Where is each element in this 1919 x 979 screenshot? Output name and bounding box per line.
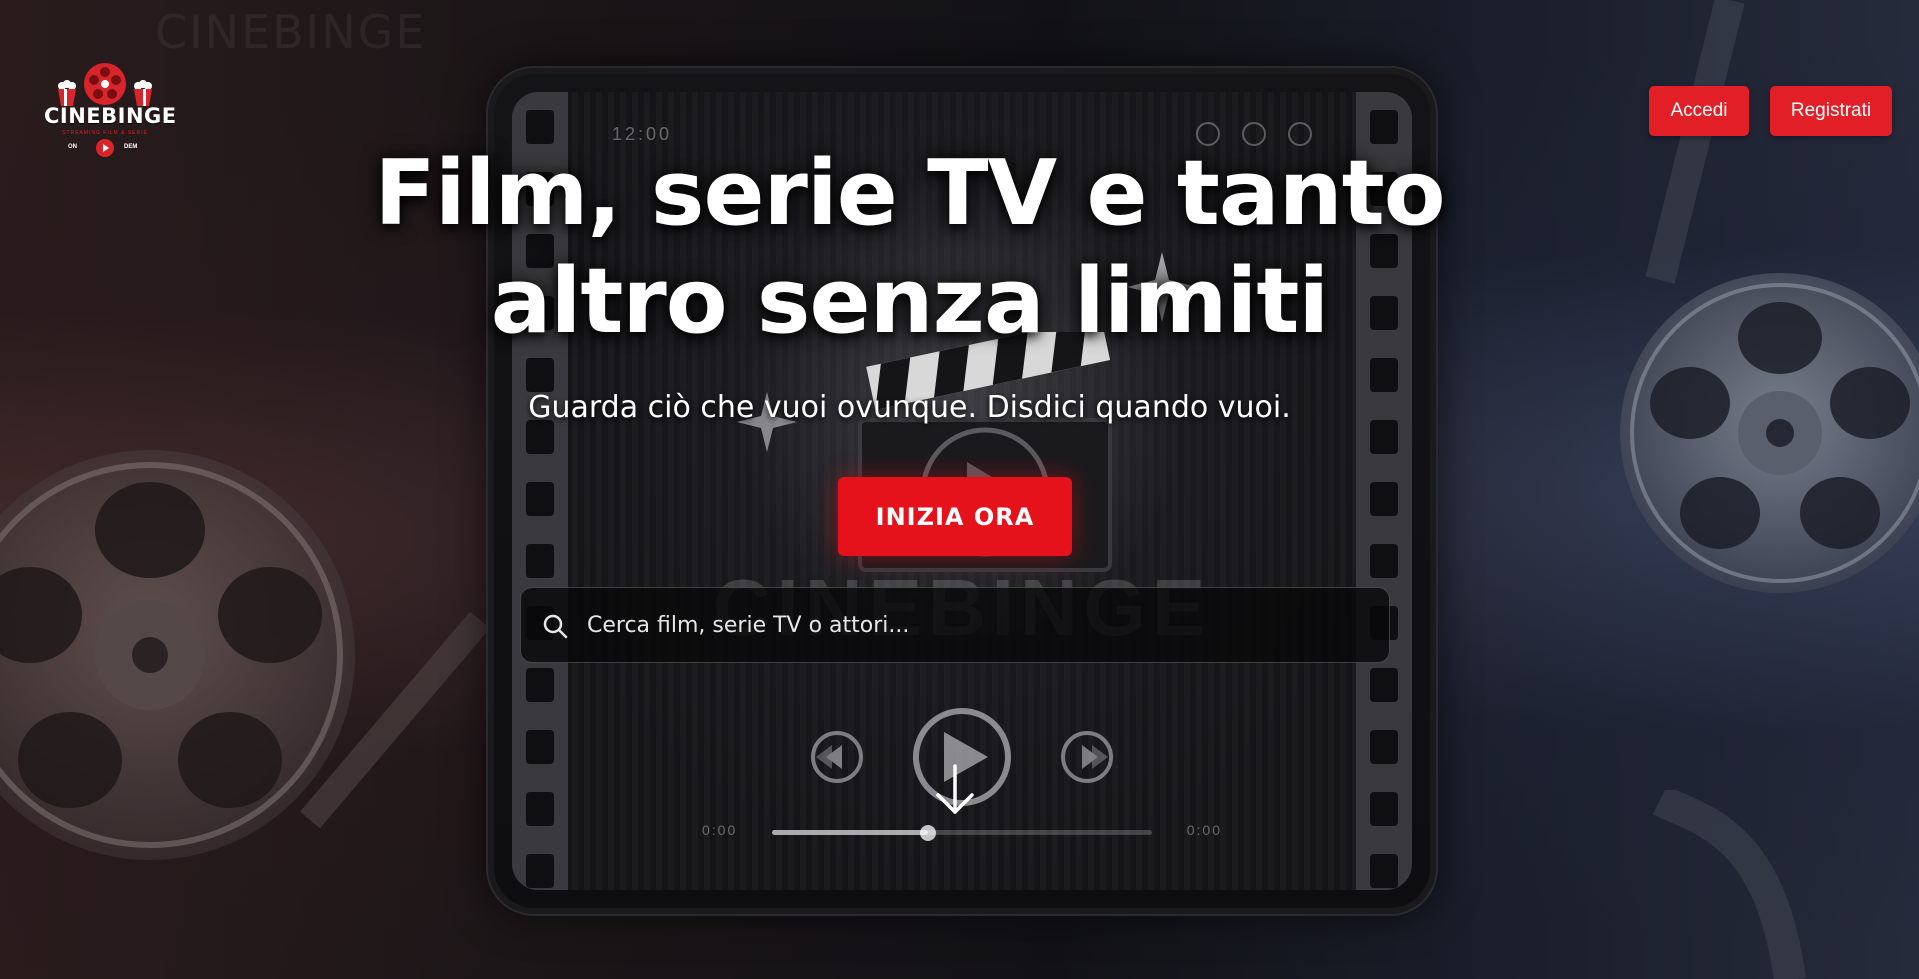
login-button[interactable]: Accedi	[1649, 86, 1749, 136]
hero-title-line-1: Film, serie TV e tanto	[374, 141, 1445, 246]
film-reel-icon	[84, 63, 126, 105]
progress-track	[772, 825, 1152, 841]
arrow-down-icon[interactable]	[934, 764, 976, 816]
rewind-icon	[811, 731, 863, 783]
header-actions: Accedi Registrati	[1649, 86, 1892, 136]
search-icon[interactable]	[541, 612, 569, 640]
search-bar	[520, 587, 1390, 663]
site-logo[interactable]: CINEBINGE STREAMING FILM & SERIE ON DEM	[44, 60, 177, 164]
logo-footer: ON DEM	[44, 138, 166, 158]
film-strip-decoration	[1645, 0, 1745, 284]
progress-knob	[919, 825, 936, 841]
play-icon	[96, 139, 114, 157]
time-elapsed: 0:00	[702, 822, 738, 838]
logo-wordmark: CINEBINGE	[44, 104, 177, 128]
progress-fill	[772, 830, 928, 835]
landing-page: CINEBINGE 12:00 0:00 0:00 CINEBINGE STRE…	[0, 0, 1919, 979]
film-strip-decoration	[1652, 790, 1806, 979]
ghost-brand-text: CINEBINGE	[155, 5, 427, 59]
time-total: 0:00	[1186, 822, 1222, 838]
register-button[interactable]: Registrati	[1770, 86, 1892, 136]
film-strip-decoration	[300, 611, 490, 829]
search-input[interactable]	[585, 588, 1369, 662]
fast-forward-icon	[1061, 731, 1113, 783]
film-reel-icon	[1620, 273, 1919, 593]
hero-title-line-2: altro senza limiti	[490, 249, 1329, 354]
logo-tagline: STREAMING FILM & SERIE	[62, 130, 148, 136]
logo-foot-left: ON	[68, 144, 77, 150]
start-now-button[interactable]: INIZIA ORA	[838, 477, 1072, 556]
media-progress-bar: 0:00 0:00	[702, 822, 1222, 842]
hero-title: Film, serie TV e tanto altro senza limit…	[360, 140, 1459, 356]
popcorn-icon	[134, 80, 152, 106]
hero-subtitle: Guarda ciò che vuoi ovunque. Disdici qua…	[528, 390, 1291, 425]
logo-foot-right: DEM	[124, 144, 138, 150]
popcorn-icon	[58, 80, 76, 106]
